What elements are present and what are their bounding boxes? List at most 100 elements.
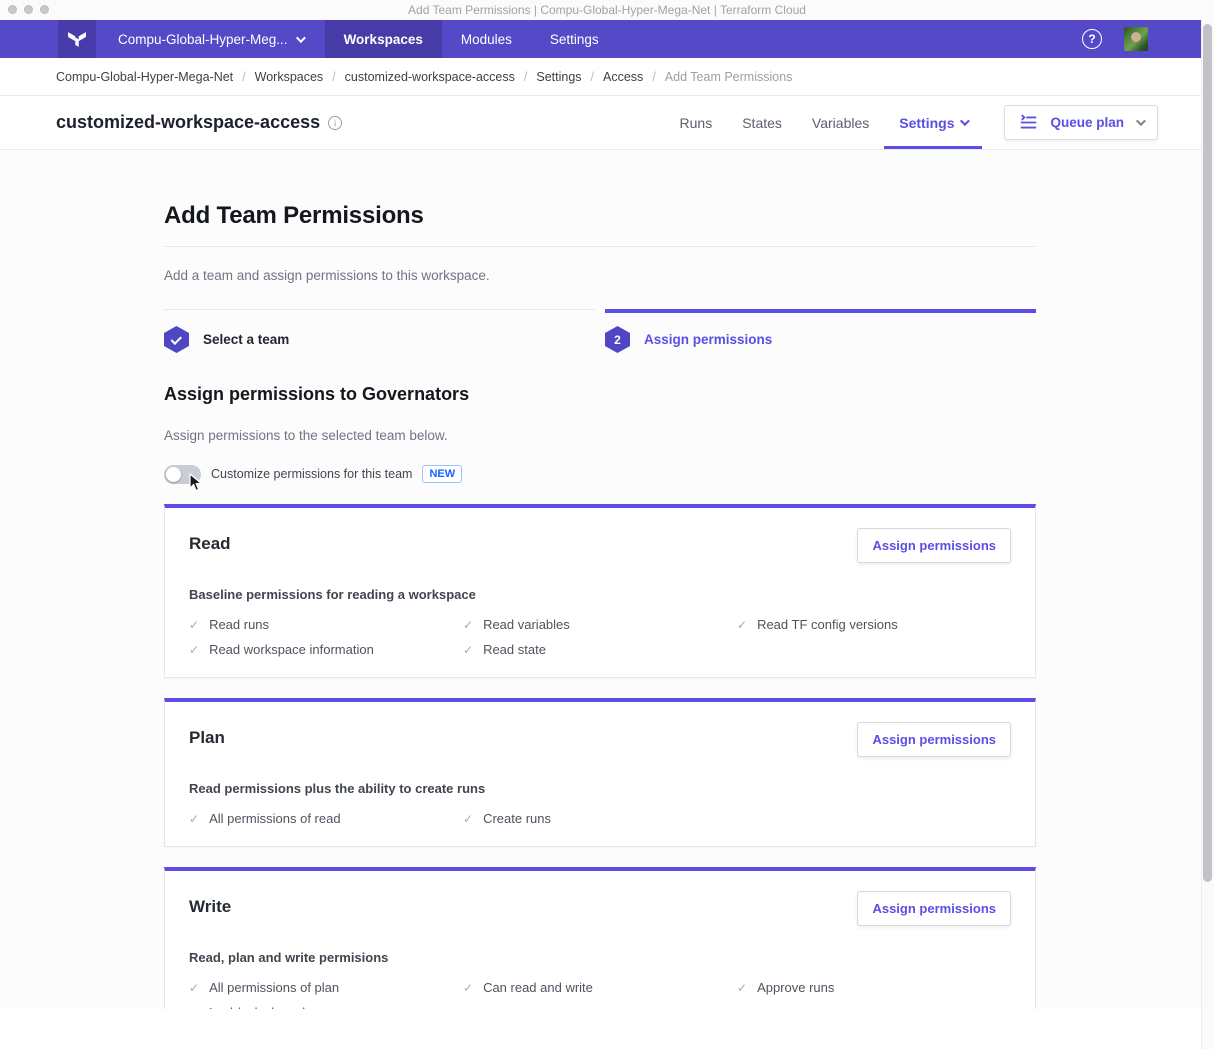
section-intro: Assign permissions to the selected team … <box>164 428 1036 443</box>
window-title: Add Team Permissions | Compu-Global-Hype… <box>408 3 806 17</box>
permission-item-label: All permissions of plan <box>209 980 339 995</box>
queue-plan-label: Queue plan <box>1050 115 1124 130</box>
check-icon: ✓ <box>463 643 473 657</box>
permission-item-label: Read TF config versions <box>757 617 898 632</box>
tab-label: Runs <box>680 115 713 131</box>
step-label: Select a team <box>203 332 289 347</box>
chevron-down-icon <box>296 33 306 43</box>
org-switcher-label: Compu-Global-Hyper-Meg... <box>118 32 288 47</box>
breadcrumb-separator: / <box>652 70 655 84</box>
permission-card-subtitle: Read permissions plus the ability to cre… <box>189 781 1011 796</box>
permission-item: ✓ Read runs <box>189 617 463 632</box>
permission-list: ✓ Read runs ✓ Read variables ✓ Read TF c… <box>189 617 1011 657</box>
breadcrumb-separator: / <box>332 70 335 84</box>
nav-item-workspaces[interactable]: Workspaces <box>325 20 442 58</box>
terraform-logo-icon <box>66 28 88 50</box>
customize-permissions-toggle[interactable] <box>164 465 201 484</box>
permission-item: ✓ Lock/unlock workspace <box>189 1005 463 1009</box>
help-icon[interactable]: ? <box>1082 29 1102 49</box>
scrollbar-thumb[interactable] <box>1203 24 1212 882</box>
step-number-icon: 2 <box>605 326 630 353</box>
queue-plan-button[interactable]: Queue plan <box>1004 105 1158 140</box>
step-select-a-team[interactable]: Select a team <box>164 309 595 353</box>
check-icon: ✓ <box>463 981 473 995</box>
permission-item-label: Create runs <box>483 811 551 826</box>
check-icon: ✓ <box>189 643 199 657</box>
nav-item-settings[interactable]: Settings <box>531 20 618 58</box>
check-icon: ✓ <box>189 1006 199 1009</box>
chevron-down-icon <box>1136 116 1146 126</box>
info-icon[interactable]: i <box>328 116 342 130</box>
window-titlebar: Add Team Permissions | Compu-Global-Hype… <box>0 0 1214 20</box>
permission-item: ✓ Read state <box>463 642 737 657</box>
permission-card: Read Assign permissions Baseline permiss… <box>164 504 1036 678</box>
breadcrumb-item[interactable]: Workspaces <box>255 70 324 84</box>
nav-item-modules[interactable]: Modules <box>442 20 531 58</box>
app-navbar: Compu-Global-Hyper-Meg... WorkspacesModu… <box>0 20 1214 58</box>
customize-permissions-label: Customize permissions for this team <box>211 467 412 481</box>
permission-card-subtitle: Baseline permissions for reading a works… <box>189 587 1011 602</box>
wizard-steps: Select a team 2 Assign permissions <box>164 309 1036 353</box>
tab-states[interactable]: States <box>727 96 797 149</box>
breadcrumb-item[interactable]: Settings <box>536 70 581 84</box>
permission-card-subtitle: Read, plan and write permisions <box>189 950 1011 965</box>
section-heading: Assign permissions to Governators <box>164 384 1036 405</box>
breadcrumb-separator: / <box>242 70 245 84</box>
terraform-logo[interactable] <box>58 20 96 58</box>
new-badge: NEW <box>422 465 462 483</box>
check-icon: ✓ <box>463 812 473 826</box>
check-icon: ✓ <box>737 618 747 632</box>
page-title: Add Team Permissions <box>164 202 1036 247</box>
tab-settings[interactable]: Settings <box>884 96 982 149</box>
permission-item: ✓ Read TF config versions <box>737 617 1011 632</box>
main-content: Add Team Permissions Add a team and assi… <box>0 150 1214 1009</box>
permission-card: Write Assign permissions Read, plan and … <box>164 867 1036 1009</box>
zoom-window-icon[interactable] <box>40 5 49 14</box>
breadcrumb-item[interactable]: Access <box>603 70 643 84</box>
permission-item-label: Read state <box>483 642 546 657</box>
check-icon: ✓ <box>189 812 199 826</box>
assign-permissions-button[interactable]: Assign permissions <box>857 528 1011 563</box>
breadcrumb-separator: / <box>524 70 527 84</box>
permission-item-label: Lock/unlock workspace <box>209 1005 343 1009</box>
tab-label: Variables <box>812 115 869 131</box>
customize-permissions-row: Customize permissions for this team NEW <box>164 464 1036 484</box>
permission-item: ✓ All permissions of read <box>189 811 463 826</box>
minimize-window-icon[interactable] <box>24 5 33 14</box>
user-avatar[interactable] <box>1124 27 1148 51</box>
permission-item-label: Approve runs <box>757 980 834 995</box>
breadcrumb-separator: / <box>591 70 594 84</box>
breadcrumb-item: Add Team Permissions <box>665 70 793 84</box>
queue-plan-icon <box>1019 114 1038 131</box>
permission-item: ✓ Read workspace information <box>189 642 463 657</box>
breadcrumb-item[interactable]: Compu-Global-Hyper-Mega-Net <box>56 70 233 84</box>
assign-permissions-button[interactable]: Assign permissions <box>857 722 1011 757</box>
breadcrumb: Compu-Global-Hyper-Mega-Net / Workspaces / c… <box>0 58 1214 96</box>
permission-list: ✓ All permissions of plan ✓ Can read and… <box>189 980 1011 1009</box>
check-icon: ✓ <box>189 618 199 632</box>
tab-runs[interactable]: Runs <box>665 96 728 149</box>
permission-card-title: Read <box>189 534 231 554</box>
assign-permissions-button[interactable]: Assign permissions <box>857 891 1011 926</box>
workspace-name: customized-workspace-access <box>56 112 320 133</box>
permission-item-label: All permissions of read <box>209 811 341 826</box>
permission-item: ✓ Can read and write <box>463 980 737 995</box>
tab-variables[interactable]: Variables <box>797 96 884 149</box>
check-icon: ✓ <box>737 981 747 995</box>
permission-item: ✓ All permissions of plan <box>189 980 463 995</box>
toggle-knob <box>166 467 181 482</box>
window-controls[interactable] <box>8 5 49 14</box>
org-switcher[interactable]: Compu-Global-Hyper-Meg... <box>96 20 325 58</box>
breadcrumb-item[interactable]: customized-workspace-access <box>345 70 515 84</box>
permission-item: ✓ Read variables <box>463 617 737 632</box>
permission-item-label: Read variables <box>483 617 570 632</box>
tab-label: States <box>742 115 782 131</box>
permission-list: ✓ All permissions of read ✓ Create runs <box>189 811 1011 826</box>
check-icon: ✓ <box>189 981 199 995</box>
step-label: Assign permissions <box>644 332 772 347</box>
permission-card-title: Plan <box>189 728 225 748</box>
close-window-icon[interactable] <box>8 5 17 14</box>
check-icon: ✓ <box>463 618 473 632</box>
permission-item-label: Can read and write <box>483 980 593 995</box>
step-assign-permissions[interactable]: 2 Assign permissions <box>605 309 1036 353</box>
